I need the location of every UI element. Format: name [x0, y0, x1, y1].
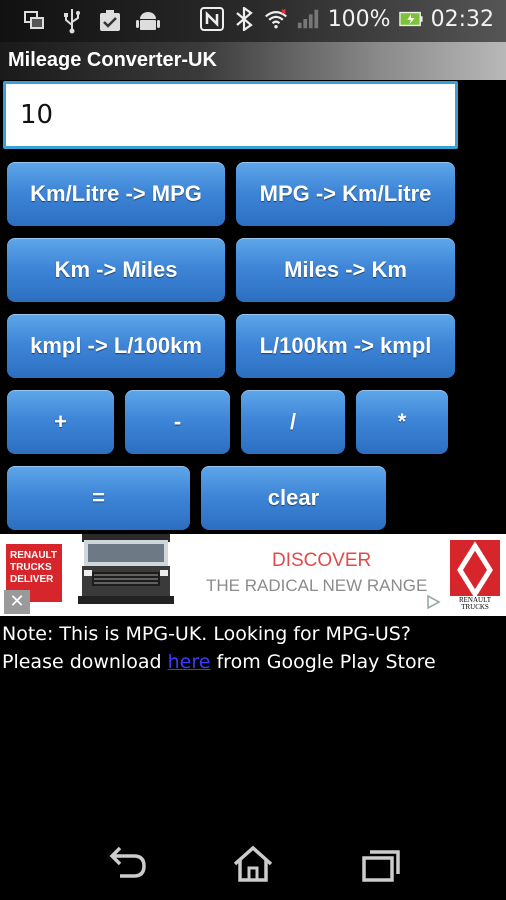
- clipboard-check-icon: [98, 8, 122, 34]
- clear-button[interactable]: clear: [201, 466, 386, 530]
- note-line-2-suffix: from Google Play Store: [210, 651, 436, 673]
- l100km-to-kmpl-button[interactable]: L/100km -> kmpl: [236, 314, 455, 378]
- status-bar: 100% 02:32: [0, 0, 506, 42]
- recent-apps-icon[interactable]: [358, 844, 402, 884]
- kml-to-mpg-button[interactable]: Km/Litre -> MPG: [7, 162, 225, 226]
- note-text: Note: This is MPG-UK. Looking for MPG-US…: [2, 620, 502, 676]
- note-line-2-prefix: Please download: [2, 651, 168, 673]
- ad-brand-right-text: RENAULT TRUCKS: [458, 596, 492, 611]
- nfc-icon: [199, 6, 224, 32]
- battery-percent: 100%: [327, 6, 391, 32]
- value-input[interactable]: [6, 84, 455, 146]
- divide-button[interactable]: /: [241, 390, 345, 454]
- bluetooth-icon: [232, 6, 256, 32]
- equals-button[interactable]: =: [7, 466, 190, 530]
- kmpl-to-l100km-button[interactable]: kmpl -> L/100km: [7, 314, 225, 378]
- value-input-container: [3, 81, 458, 149]
- ad-headline: DISCOVER: [272, 550, 372, 571]
- km-to-miles-button[interactable]: Km -> Miles: [7, 238, 225, 302]
- back-icon[interactable]: [106, 844, 150, 884]
- truck-image: [78, 534, 174, 604]
- battery-icon: [398, 6, 423, 32]
- minus-button[interactable]: -: [125, 390, 230, 454]
- ad-tagline: THE RADICAL NEW RANGE: [206, 576, 428, 595]
- usb-icon: [60, 8, 84, 34]
- navigation-bar: [0, 830, 506, 900]
- multiply-button[interactable]: *: [356, 390, 448, 454]
- signal-icon: [296, 6, 320, 32]
- ad-brand-logo-right: RENAULT TRUCKS: [450, 540, 500, 612]
- note-line-1: Note: This is MPG-UK. Looking for MPG-US…: [2, 623, 411, 645]
- clock: 02:32: [430, 6, 494, 32]
- adchoices-icon[interactable]: [424, 592, 442, 610]
- mpg-to-kml-button[interactable]: MPG -> Km/Litre: [236, 162, 455, 226]
- plus-button[interactable]: +: [7, 390, 114, 454]
- download-link[interactable]: here: [168, 651, 211, 673]
- home-icon[interactable]: [231, 844, 275, 884]
- ad-close-button[interactable]: ✕: [4, 590, 30, 614]
- app-title: Mileage Converter-UK: [8, 49, 217, 71]
- app-title-bar: Mileage Converter-UK: [0, 42, 506, 80]
- note-line-2: Please download here from Google Play St…: [2, 648, 502, 676]
- android-debug-icon: [136, 8, 160, 34]
- miles-to-km-button[interactable]: Miles -> Km: [236, 238, 455, 302]
- wifi-icon: [264, 6, 288, 32]
- screenshot-icon: [22, 8, 46, 34]
- ad-banner[interactable]: RENAULT TRUCKS DELIVER DISCOVER THE RADI…: [0, 534, 506, 616]
